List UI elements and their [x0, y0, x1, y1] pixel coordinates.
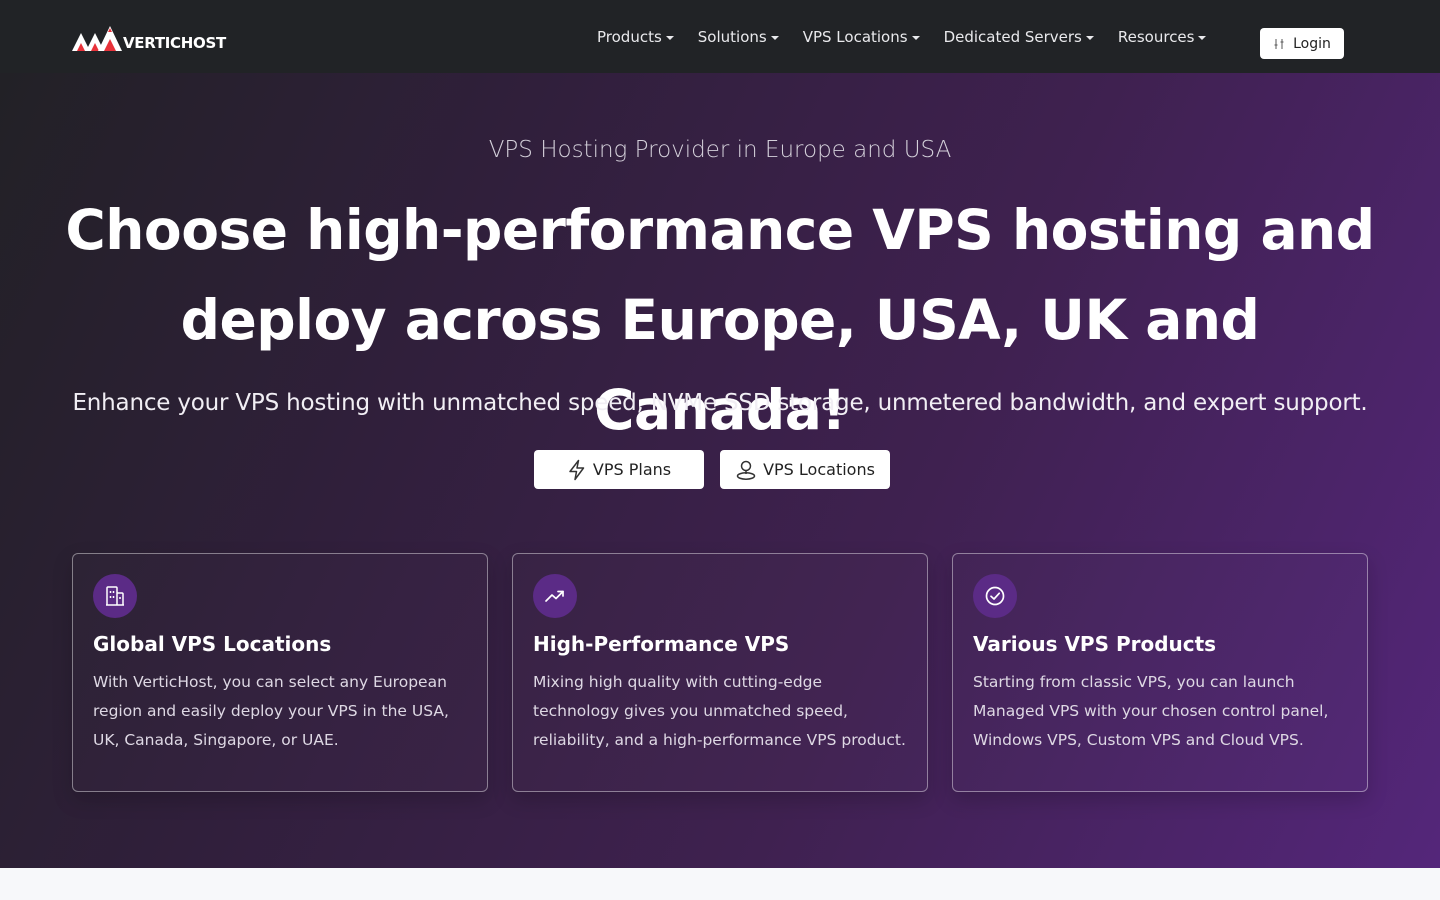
- nav-item-label: VPS Locations: [802, 27, 908, 46]
- nav-item-label: Solutions: [697, 27, 767, 46]
- feature-card-global-locations: Global VPS Locations With VerticHost, yo…: [72, 553, 488, 792]
- trending-up-icon: [545, 590, 564, 602]
- main-nav: Products Solutions VPS Locations Dedicat…: [597, 0, 1230, 73]
- caret-down-icon: [1085, 35, 1094, 40]
- vps-locations-button[interactable]: VPS Locations: [720, 450, 890, 489]
- nav-item-label: Products: [597, 27, 662, 46]
- login-button[interactable]: Login: [1260, 28, 1344, 59]
- caret-down-icon: [665, 35, 674, 40]
- card-text: Starting from classic VPS, you can launc…: [973, 673, 1329, 749]
- card-icon-wrapper: [533, 574, 577, 618]
- card-title: Global VPS Locations: [93, 632, 332, 656]
- vps-plans-button[interactable]: VPS Plans: [534, 450, 704, 489]
- building-icon: [106, 586, 124, 606]
- sliders-icon: [1274, 38, 1284, 49]
- feature-cards: Global VPS Locations With VerticHost, yo…: [72, 553, 1392, 792]
- caret-down-icon: [911, 35, 920, 40]
- hero-title-line-1: Choose high-performance VPS hosting and: [65, 198, 1375, 262]
- brand-logo[interactable]: VERTICHOST: [72, 24, 226, 52]
- nav-item-solutions[interactable]: Solutions: [698, 28, 779, 46]
- card-text: With VerticHost, you can select any Euro…: [93, 673, 449, 749]
- card-icon-wrapper: [973, 574, 1017, 618]
- lightning-icon: [569, 459, 585, 480]
- hero-description: Enhance your VPS hosting with unmatched …: [72, 390, 1368, 416]
- nav-item-resources[interactable]: Resources: [1118, 28, 1207, 46]
- location-pin-icon: [736, 460, 756, 480]
- caret-down-icon: [1198, 35, 1207, 40]
- feature-card-high-performance: High-Performance VPS Mixing high quality…: [512, 553, 928, 792]
- feature-card-various-products: Various VPS Products Starting from class…: [952, 553, 1368, 792]
- nav-item-label: Dedicated Servers: [943, 27, 1082, 46]
- logo-mark-icon: [72, 26, 122, 51]
- hero-buttons: VPS Plans VPS Locations: [534, 450, 906, 489]
- card-icon-wrapper: [93, 574, 137, 618]
- login-label: Login: [1293, 35, 1331, 52]
- nav-item-vps-locations[interactable]: VPS Locations: [803, 28, 920, 46]
- hero-title-line-2: deploy across Europe, USA, UK and Canada…: [180, 288, 1260, 442]
- card-title: High-Performance VPS: [533, 632, 790, 656]
- nav-item-products[interactable]: Products: [597, 28, 674, 46]
- logo-text: VERTICHOST: [123, 34, 226, 52]
- check-circle-icon: [985, 586, 1005, 606]
- caret-down-icon: [770, 35, 779, 40]
- hero-subtitle: VPS Hosting Provider in Europe and USA: [488, 137, 952, 163]
- card-text: Mixing high quality with cutting-edge te…: [533, 673, 906, 749]
- vps-locations-label: VPS Locations: [763, 460, 875, 479]
- vps-plans-label: VPS Plans: [592, 460, 672, 479]
- card-title: Various VPS Products: [973, 632, 1217, 656]
- hero-section: VPS Hosting Provider in Europe and USA C…: [0, 73, 1440, 868]
- nav-item-label: Resources: [1117, 27, 1195, 46]
- navbar: VERTICHOST Products Solutions VPS Locati…: [0, 0, 1440, 73]
- nav-item-dedicated-servers[interactable]: Dedicated Servers: [944, 28, 1094, 46]
- next-section-edge: [0, 868, 1440, 900]
